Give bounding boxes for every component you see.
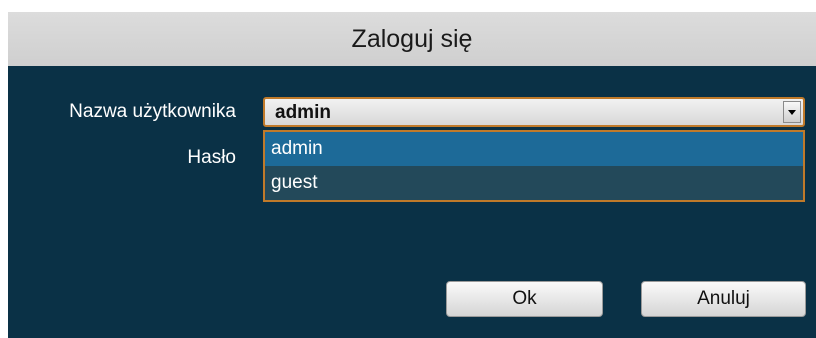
chevron-down-icon[interactable] [783, 101, 801, 123]
dialog-title: Zaloguj się [351, 24, 473, 53]
dropdown-option-admin[interactable]: admin [265, 132, 803, 166]
ok-button[interactable]: Ok [446, 281, 603, 317]
username-dropdown-list: admin guest [263, 130, 805, 202]
dropdown-arrow-glyph [788, 109, 796, 115]
dialog-title-bar: Zaloguj się [8, 12, 816, 66]
username-label: Nazwa użytkownika [69, 101, 236, 122]
password-label: Hasło [187, 147, 236, 168]
cancel-button[interactable]: Anuluj [641, 281, 806, 317]
username-select-value: admin [275, 102, 331, 123]
dropdown-option-guest[interactable]: guest [265, 166, 803, 200]
username-select[interactable]: admin [263, 97, 805, 127]
